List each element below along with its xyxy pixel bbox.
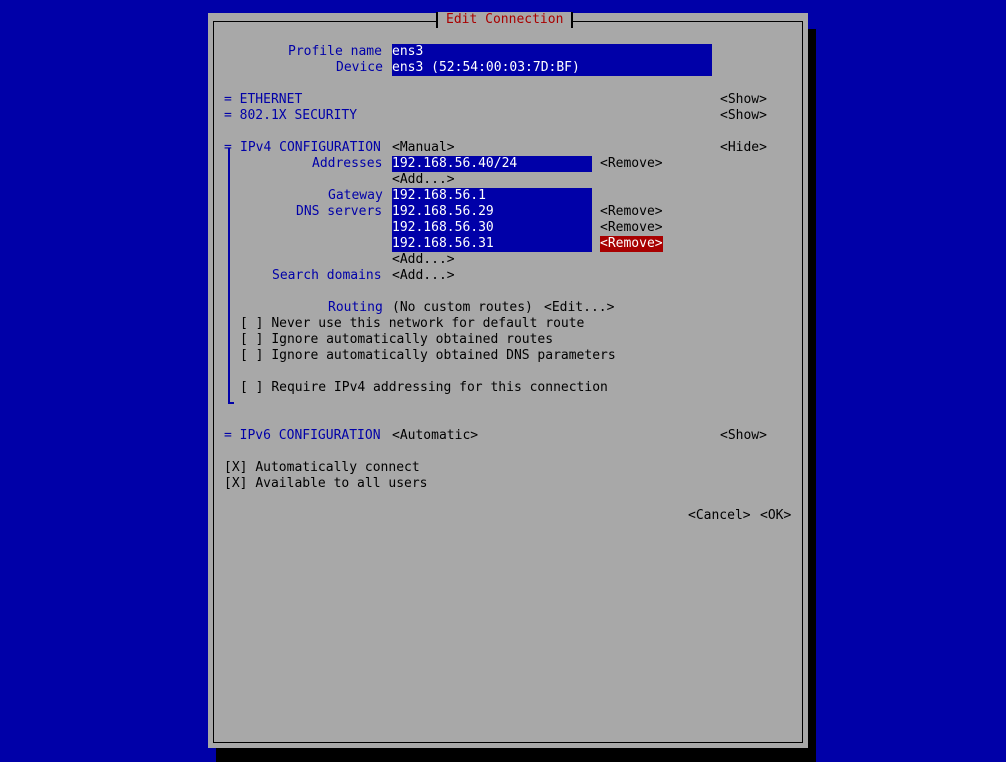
dns-remove-button[interactable]: <Remove> [600, 220, 663, 236]
routing-value: (No custom routes) [392, 300, 533, 315]
ipv6-mode-select[interactable]: <Automatic> [392, 428, 478, 444]
ok-button[interactable]: <OK> [760, 508, 791, 524]
dns-server-field[interactable]: 192.168.56.31 [392, 236, 592, 252]
dns-server-field[interactable]: 192.168.56.30 [392, 220, 592, 236]
search-domains-label: Search domains [272, 268, 382, 283]
require-ipv4-checkbox[interactable]: [ ] Require IPv4 addressing for this con… [240, 380, 608, 396]
all-users-checkbox[interactable]: [X] Available to all users [224, 476, 428, 492]
checkbox-box: [X] [224, 476, 248, 491]
gateway-field[interactable]: 192.168.56.1 [392, 188, 592, 204]
checkbox-box: [ ] [240, 348, 264, 363]
edit-connection-dialog: Edit Connection Profile name ens3 Device… [208, 12, 808, 748]
ipv4-section-title: IPv4 CONFIGURATION [240, 140, 381, 155]
checkbox-label: Never use this network for default route [271, 316, 585, 331]
ignore-routes-checkbox[interactable]: [ ] Ignore automatically obtained routes [240, 332, 553, 348]
ipv6-section-title: = IPv6 CONFIGURATION [224, 428, 381, 443]
ipv4-hide-button[interactable]: <Hide> [720, 140, 767, 156]
dialog-title: Edit Connection [436, 12, 574, 28]
checkbox-label: Ignore automatically obtained DNS parame… [271, 348, 616, 363]
dns-server-field[interactable]: 192.168.56.29 [392, 204, 592, 220]
profile-name-label: Profile name [288, 44, 382, 59]
ipv4-section-bracket [228, 148, 230, 404]
dns-add-button[interactable]: <Add...> [392, 252, 455, 268]
dns-server-value: 192.168.56.29 [392, 204, 494, 219]
dns-server-value: 192.168.56.30 [392, 220, 494, 235]
dns-server-value: 192.168.56.31 [392, 236, 494, 251]
ignore-dns-checkbox[interactable]: [ ] Ignore automatically obtained DNS pa… [240, 348, 616, 364]
address-field[interactable]: 192.168.56.40/24 [392, 156, 592, 172]
security-show-button[interactable]: <Show> [720, 108, 767, 124]
dns-remove-button-focused[interactable]: <Remove> [600, 236, 663, 252]
cancel-button[interactable]: <Cancel> [688, 508, 751, 524]
address-value: 192.168.56.40/24 [392, 156, 518, 171]
auto-connect-checkbox[interactable]: [X] Automatically connect [224, 460, 420, 476]
security-section: = 802.1X SECURITY [224, 108, 358, 123]
checkbox-label: Automatically connect [255, 460, 420, 475]
device-label: Device [336, 60, 383, 75]
device-field[interactable]: ens3 (52:54:00:03:7D:BF) [392, 60, 712, 76]
address-remove-button[interactable]: <Remove> [600, 156, 663, 172]
routing-edit-button[interactable]: <Edit...> [544, 300, 614, 316]
addresses-label: Addresses [312, 156, 383, 171]
routing-label: Routing [328, 300, 383, 315]
ipv4-mode-select[interactable]: <Manual> [392, 140, 455, 156]
checkbox-box: [ ] [240, 332, 264, 347]
ethernet-section: = ETHERNET [224, 92, 303, 107]
checkbox-label: Ignore automatically obtained routes [271, 332, 554, 347]
gateway-value: 192.168.56.1 [392, 188, 486, 203]
checkbox-box: [X] [224, 460, 248, 475]
address-add-button[interactable]: <Add...> [392, 172, 455, 188]
profile-name-value: ens3 [392, 44, 424, 59]
checkbox-box: [ ] [240, 380, 264, 395]
checkbox-label: Require IPv4 addressing for this connect… [271, 380, 608, 395]
ipv6-show-button[interactable]: <Show> [720, 428, 767, 444]
profile-name-field[interactable]: ens3 [392, 44, 712, 60]
search-domains-add-button[interactable]: <Add...> [392, 268, 455, 284]
checkbox-box: [ ] [240, 316, 264, 331]
never-default-route-checkbox[interactable]: [ ] Never use this network for default r… [240, 316, 584, 332]
dns-remove-button[interactable]: <Remove> [600, 204, 663, 220]
gateway-label: Gateway [328, 188, 383, 203]
checkbox-label: Available to all users [255, 476, 428, 491]
device-value: ens3 (52:54:00:03:7D:BF) [392, 60, 580, 75]
ethernet-show-button[interactable]: <Show> [720, 92, 767, 108]
dns-servers-label: DNS servers [296, 204, 383, 219]
ipv4-section-bracket-foot [228, 402, 234, 404]
